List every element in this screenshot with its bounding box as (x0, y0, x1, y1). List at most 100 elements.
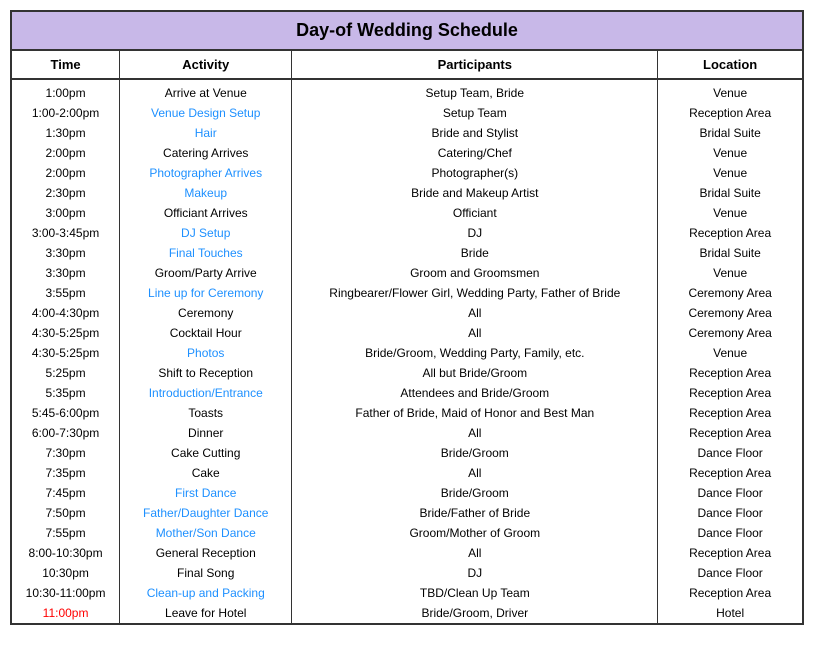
cell-location: Bridal Suite (658, 123, 802, 143)
cell-activity: Line up for Ceremony (120, 283, 292, 303)
cell-participants: Setup Team (292, 103, 658, 123)
cell-location: Reception Area (658, 543, 802, 563)
table-row: 1:00-2:00pmVenue Design SetupSetup TeamR… (12, 103, 802, 123)
cell-activity: Leave for Hotel (120, 603, 292, 623)
cell-location: Reception Area (658, 463, 802, 483)
cell-time: 7:45pm (12, 483, 120, 503)
cell-location: Venue (658, 163, 802, 183)
cell-participants: Attendees and Bride/Groom (292, 383, 658, 403)
cell-activity: Introduction/Entrance (120, 383, 292, 403)
table-row: 2:00pmCatering ArrivesCatering/ChefVenue (12, 143, 802, 163)
cell-location: Reception Area (658, 363, 802, 383)
table-row: 3:30pmGroom/Party ArriveGroom and Grooms… (12, 263, 802, 283)
cell-location: Dance Floor (658, 443, 802, 463)
cell-location: Venue (658, 263, 802, 283)
cell-participants: Bride/Groom, Wedding Party, Family, etc. (292, 343, 658, 363)
header-participants: Participants (292, 51, 658, 79)
table-row: 7:30pmCake CuttingBride/GroomDance Floor (12, 443, 802, 463)
cell-time: 10:30pm (12, 563, 120, 583)
cell-location: Reception Area (658, 423, 802, 443)
cell-location: Venue (658, 203, 802, 223)
cell-time: 3:00pm (12, 203, 120, 223)
cell-participants: TBD/Clean Up Team (292, 583, 658, 603)
cell-location: Venue (658, 143, 802, 163)
cell-location: Hotel (658, 603, 802, 623)
cell-activity: Toasts (120, 403, 292, 423)
cell-activity: DJ Setup (120, 223, 292, 243)
table-row: 1:30pmHairBride and StylistBridal Suite (12, 123, 802, 143)
cell-time: 5:35pm (12, 383, 120, 403)
cell-participants: Bride/Groom (292, 443, 658, 463)
cell-participants: All (292, 323, 658, 343)
cell-time: 7:55pm (12, 523, 120, 543)
cell-time: 1:30pm (12, 123, 120, 143)
cell-activity: Arrive at Venue (120, 79, 292, 103)
cell-activity: General Reception (120, 543, 292, 563)
cell-time: 7:50pm (12, 503, 120, 523)
cell-participants: All (292, 303, 658, 323)
cell-time: 2:00pm (12, 143, 120, 163)
cell-time: 5:25pm (12, 363, 120, 383)
schedule-table: Time Activity Participants Location 1:00… (12, 51, 802, 623)
table-row: 7:50pmFather/Daughter DanceBride/Father … (12, 503, 802, 523)
cell-time: 7:30pm (12, 443, 120, 463)
table-row: 7:55pmMother/Son DanceGroom/Mother of Gr… (12, 523, 802, 543)
table-row: 5:35pmIntroduction/EntranceAttendees and… (12, 383, 802, 403)
cell-time: 3:00-3:45pm (12, 223, 120, 243)
cell-location: Reception Area (658, 103, 802, 123)
table-row: 11:00pmLeave for HotelBride/Groom, Drive… (12, 603, 802, 623)
cell-activity: Shift to Reception (120, 363, 292, 383)
header-time: Time (12, 51, 120, 79)
cell-location: Dance Floor (658, 523, 802, 543)
cell-time: 6:00-7:30pm (12, 423, 120, 443)
cell-time: 10:30-11:00pm (12, 583, 120, 603)
cell-location: Reception Area (658, 583, 802, 603)
table-row: 7:45pmFirst DanceBride/GroomDance Floor (12, 483, 802, 503)
cell-participants: DJ (292, 223, 658, 243)
table-row: 5:25pmShift to ReceptionAll but Bride/Gr… (12, 363, 802, 383)
cell-location: Reception Area (658, 403, 802, 423)
cell-participants: Bride and Stylist (292, 123, 658, 143)
schedule-body: 1:00pmArrive at VenueSetup Team, BrideVe… (12, 79, 802, 623)
table-row: 10:30-11:00pmClean-up and PackingTBD/Cle… (12, 583, 802, 603)
cell-location: Dance Floor (658, 483, 802, 503)
cell-location: Reception Area (658, 383, 802, 403)
table-row: 8:00-10:30pmGeneral ReceptionAllReceptio… (12, 543, 802, 563)
table-row: 1:00pmArrive at VenueSetup Team, BrideVe… (12, 79, 802, 103)
table-row: 4:00-4:30pmCeremonyAllCeremony Area (12, 303, 802, 323)
table-row: 6:00-7:30pmDinnerAllReception Area (12, 423, 802, 443)
cell-activity: Cake (120, 463, 292, 483)
cell-location: Ceremony Area (658, 283, 802, 303)
cell-participants: Bride/Groom (292, 483, 658, 503)
table-header-row: Time Activity Participants Location (12, 51, 802, 79)
table-row: 3:30pmFinal TouchesBrideBridal Suite (12, 243, 802, 263)
cell-participants: Ringbearer/Flower Girl, Wedding Party, F… (292, 283, 658, 303)
cell-time: 2:00pm (12, 163, 120, 183)
cell-participants: Groom/Mother of Groom (292, 523, 658, 543)
cell-activity: Officiant Arrives (120, 203, 292, 223)
table-row: 3:00pmOfficiant ArrivesOfficiantVenue (12, 203, 802, 223)
cell-activity: Catering Arrives (120, 143, 292, 163)
cell-activity: Photographer Arrives (120, 163, 292, 183)
cell-participants: Catering/Chef (292, 143, 658, 163)
cell-location: Bridal Suite (658, 183, 802, 203)
table-row: 4:30-5:25pmPhotosBride/Groom, Wedding Pa… (12, 343, 802, 363)
cell-activity: First Dance (120, 483, 292, 503)
cell-time: 8:00-10:30pm (12, 543, 120, 563)
cell-time: 2:30pm (12, 183, 120, 203)
cell-participants: All (292, 543, 658, 563)
cell-activity: Cake Cutting (120, 443, 292, 463)
cell-time: 1:00pm (12, 79, 120, 103)
cell-participants: Bride (292, 243, 658, 263)
cell-participants: All (292, 423, 658, 443)
cell-activity: Final Song (120, 563, 292, 583)
schedule-title: Day-of Wedding Schedule (12, 12, 802, 51)
table-row: 5:45-6:00pmToastsFather of Bride, Maid o… (12, 403, 802, 423)
cell-activity: Groom/Party Arrive (120, 263, 292, 283)
table-row: 10:30pmFinal SongDJDance Floor (12, 563, 802, 583)
cell-activity: Clean-up and Packing (120, 583, 292, 603)
cell-activity: Dinner (120, 423, 292, 443)
schedule-container: Day-of Wedding Schedule Time Activity Pa… (10, 10, 804, 625)
cell-activity: Photos (120, 343, 292, 363)
cell-participants: Bride/Groom, Driver (292, 603, 658, 623)
